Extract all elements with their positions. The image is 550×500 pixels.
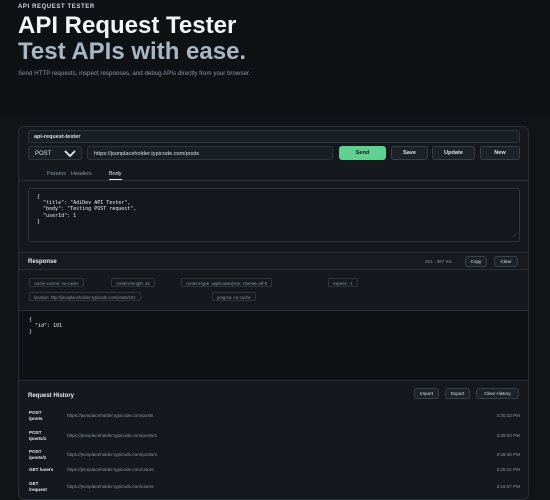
history-item[interactable]: GET/request https://jsonplaceholder.typi… <box>19 481 528 499</box>
history-title: Request History <box>28 393 75 399</box>
request-name-input[interactable]: api-request-tester <box>28 130 520 143</box>
tab-body[interactable]: Body <box>109 171 122 180</box>
history-item[interactable]: POST/posts https://jsonplaceholder.typic… <box>19 410 528 428</box>
history-url: https://jsonplaceholder.typicode.com/use… <box>67 484 154 489</box>
history-path: /posts <box>29 415 43 421</box>
response-status: 201 · 387 ms <box>425 259 452 264</box>
hero-eyebrow: API REQUEST TESTER <box>18 4 95 10</box>
response-header-chip: location: http://jsonplaceholder.typicod… <box>29 292 141 301</box>
method-select[interactable]: POST <box>28 146 82 160</box>
history-path: /posts/1 <box>29 454 47 460</box>
hero-tagline: Test APIs with ease. <box>18 38 247 65</box>
save-button[interactable]: Save <box>391 146 428 160</box>
history-item[interactable]: POST/posts/1 https://jsonplaceholder.typ… <box>19 449 528 467</box>
history-time: 3:25:21 PM <box>496 467 521 472</box>
response-header-bar: Response 201 · 387 ms Copy Clear <box>19 252 528 270</box>
chevron-down-icon <box>64 150 76 158</box>
update-button[interactable]: Update <box>432 146 475 160</box>
history-path: /users <box>39 467 54 472</box>
request-card: api-request-tester POST https://jsonplac… <box>18 126 529 500</box>
history-time: 3:29:03 PM <box>496 433 521 438</box>
history-url: https://jsonplaceholder.typicode.com/use… <box>67 467 154 472</box>
import-button[interactable]: Import <box>414 388 439 399</box>
response-header-chip: content-type: application/json; charset=… <box>181 278 273 287</box>
request-body-editor[interactable]: { "title": "AdiDev API Tester", "body": … <box>28 188 520 242</box>
new-button[interactable]: New <box>480 146 520 160</box>
export-button[interactable]: Export <box>445 388 470 399</box>
hero-title: API Request Tester <box>18 12 237 39</box>
history-path: /posts/1 <box>29 435 47 441</box>
method-value: POST <box>35 151 52 157</box>
history-method: GET <box>29 481 39 486</box>
copy-button[interactable]: Copy <box>465 256 487 267</box>
url-input[interactable]: https://jsonplaceholder.typicode.com/pos… <box>87 146 333 160</box>
tab-params[interactable]: Params <box>47 171 66 177</box>
history-time: 3:15:07 PM <box>496 484 521 489</box>
resize-handle-icon[interactable]: ⟋ <box>513 232 517 239</box>
response-body: { "id": 101 } <box>19 310 528 380</box>
clear-history-button[interactable]: Clear History <box>476 388 519 399</box>
request-tabs: Params Headers Body <box>19 169 528 181</box>
response-header-chip: cache-control: no-cache <box>29 278 84 287</box>
history-path: /request <box>29 486 47 492</box>
response-header-chip: pragma: no-cache <box>212 292 256 301</box>
history-url: https://jsonplaceholder.typicode.com/pos… <box>67 452 158 457</box>
history-url: https://jsonplaceholder.typicode.com/pos… <box>67 413 154 418</box>
history-item[interactable]: POST/posts/1 https://jsonplaceholder.typ… <box>19 430 528 448</box>
history-time: 3:28:36 PM <box>496 452 521 457</box>
history-header-bar: Request History Import Export Clear Hist… <box>19 380 528 399</box>
response-header-chip: expires: -1 <box>328 278 358 287</box>
history-method: POST <box>29 410 42 415</box>
history-method: POST <box>29 430 42 435</box>
tab-headers[interactable]: Headers <box>71 171 92 177</box>
history-method: GET <box>29 467 39 472</box>
hero-subtitle: Send HTTP requests, inspect responses, a… <box>18 70 251 77</box>
history-time: 3:30:33 PM <box>496 413 521 418</box>
clear-response-button[interactable]: Clear <box>494 256 518 267</box>
send-button[interactable]: Send <box>339 146 386 160</box>
history-method: POST <box>29 449 42 454</box>
response-title: Response <box>28 259 57 265</box>
request-body-text: { "title": "AdiDev API Tester", "body": … <box>37 194 137 225</box>
response-header-chip: content-length: 15 <box>111 278 155 287</box>
history-url: https://jsonplaceholder.typicode.com/pos… <box>67 433 158 438</box>
hero-section: API REQUEST TESTER API Request Tester Te… <box>0 0 550 118</box>
